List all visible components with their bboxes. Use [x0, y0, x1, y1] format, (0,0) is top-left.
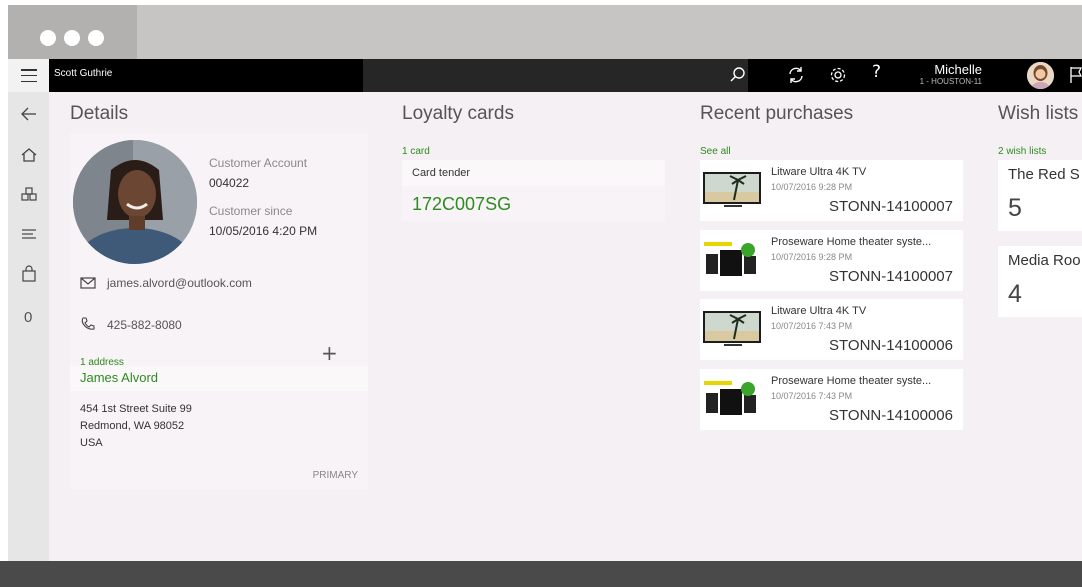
- customer-account-value: 004022: [209, 176, 250, 190]
- email-link[interactable]: james.alvord@outlook.com: [107, 276, 252, 290]
- search-box[interactable]: [363, 59, 748, 92]
- phone-icon: [81, 317, 95, 330]
- back-arrow-icon[interactable]: [20, 105, 38, 123]
- address-line-1: 454 1st Street Suite 99: [80, 403, 192, 415]
- details-title: Details: [70, 103, 129, 124]
- purchase-item[interactable]: Litware Ultra 4K TV 10/07/2016 9:28 PM S…: [700, 160, 963, 221]
- window-minimize-dot[interactable]: [64, 30, 80, 46]
- wish-list-name: Media Roo: [1008, 252, 1081, 269]
- purchase-date: 10/07/2016 7:43 PM: [771, 321, 853, 331]
- shopping-bag-icon[interactable]: [20, 265, 38, 283]
- purchase-product-name: Proseware Home theater syste...: [771, 375, 932, 387]
- address-line-3: USA: [80, 437, 103, 449]
- window-maximize-dot[interactable]: [88, 30, 104, 46]
- card-tender-label: Card tender: [412, 167, 471, 179]
- wish-list-item-count: 5: [1008, 194, 1022, 222]
- worker-store: 1 - HOUSTON-11: [919, 77, 982, 86]
- loyalty-count[interactable]: 1 card: [402, 146, 430, 157]
- purchase-transaction-id: STONN-14100007: [829, 268, 953, 285]
- wish-list-name: The Red S: [1008, 166, 1080, 183]
- customer-details-page: Details Customer Account 004022 Customer…: [49, 92, 1082, 561]
- refresh-icon[interactable]: [786, 65, 806, 85]
- tv-thumbnail: [703, 311, 761, 346]
- wish-list-card[interactable]: Media Roo 4: [998, 246, 1082, 317]
- recent-purchases-title: Recent purchases: [700, 103, 854, 124]
- window-close-dot[interactable]: [40, 30, 56, 46]
- see-all-link[interactable]: See all: [700, 146, 731, 157]
- purchase-transaction-id: STONN-14100006: [829, 407, 953, 424]
- search-icon[interactable]: [728, 65, 748, 85]
- add-address-button[interactable]: +: [321, 341, 338, 365]
- wish-lists-count[interactable]: 2 wish lists: [998, 146, 1046, 157]
- wish-list-item-count: 4: [1008, 280, 1022, 308]
- mail-icon: [80, 277, 96, 289]
- wish-list-card[interactable]: The Red S 5: [998, 160, 1082, 231]
- list-icon[interactable]: [20, 225, 38, 243]
- loyalty-card-number[interactable]: 172C007SG: [412, 194, 511, 215]
- speaker-thumbnail: [704, 381, 756, 415]
- products-icon[interactable]: [20, 186, 38, 204]
- gear-icon[interactable]: [828, 65, 848, 85]
- home-icon[interactable]: [20, 146, 38, 164]
- purchase-product-name: Litware Ultra 4K TV: [771, 305, 867, 317]
- phone-link[interactable]: 425-882-8080: [107, 318, 182, 332]
- customer-photo: [73, 140, 197, 264]
- worker-avatar[interactable]: [1027, 62, 1054, 89]
- flag-icon[interactable]: [1069, 66, 1082, 84]
- purchase-item[interactable]: Litware Ultra 4K TV 10/07/2016 7:43 PM S…: [700, 299, 963, 360]
- address-line-2: Redmond, WA 98052: [80, 420, 185, 432]
- purchase-date: 10/07/2016 9:28 PM: [771, 252, 853, 262]
- wish-lists-title: Wish lists: [998, 103, 1079, 124]
- primary-address-tag: PRIMARY: [312, 470, 358, 481]
- address-name[interactable]: James Alvord: [80, 370, 158, 385]
- speaker-thumbnail: [704, 242, 756, 276]
- taskbar-strip: [0, 561, 1082, 587]
- customer-since-value: 10/05/2016 4:20 PM: [209, 224, 318, 238]
- help-icon[interactable]: ?: [872, 62, 881, 82]
- app-bar-nav-pane: [8, 59, 49, 92]
- tv-thumbnail: [703, 172, 761, 207]
- customer-account-label: Customer Account: [209, 156, 308, 170]
- window-titlebar: [8, 5, 1082, 59]
- loyalty-card[interactable]: Card tender 172C007SG: [402, 160, 665, 221]
- purchase-transaction-id: STONN-14100007: [829, 198, 953, 215]
- customer-name: Scott Guthrie: [54, 68, 113, 79]
- purchase-transaction-id: STONN-14100006: [829, 337, 953, 354]
- left-navigation: 0: [8, 92, 49, 561]
- purchase-date: 10/07/2016 9:28 PM: [771, 182, 853, 192]
- purchase-product-name: Proseware Home theater syste...: [771, 236, 932, 248]
- loyalty-title: Loyalty cards: [402, 103, 514, 124]
- purchase-product-name: Litware Ultra 4K TV: [771, 166, 867, 178]
- screen-frame-left: [0, 0, 8, 587]
- worker-name: Michelle: [934, 62, 982, 77]
- customer-since-label: Customer since: [209, 204, 293, 218]
- details-card: Customer Account 004022 Customer since 1…: [70, 133, 368, 489]
- purchase-item[interactable]: Proseware Home theater syste... 10/07/20…: [700, 230, 963, 291]
- purchase-date: 10/07/2016 7:43 PM: [771, 391, 853, 401]
- hamburger-icon[interactable]: [21, 69, 37, 82]
- cart-count-badge[interactable]: 0: [24, 309, 32, 326]
- app-bar: Scott Guthrie ? Michelle 1 - HOUSTON-11: [8, 59, 1082, 92]
- purchase-item[interactable]: Proseware Home theater syste... 10/07/20…: [700, 369, 963, 430]
